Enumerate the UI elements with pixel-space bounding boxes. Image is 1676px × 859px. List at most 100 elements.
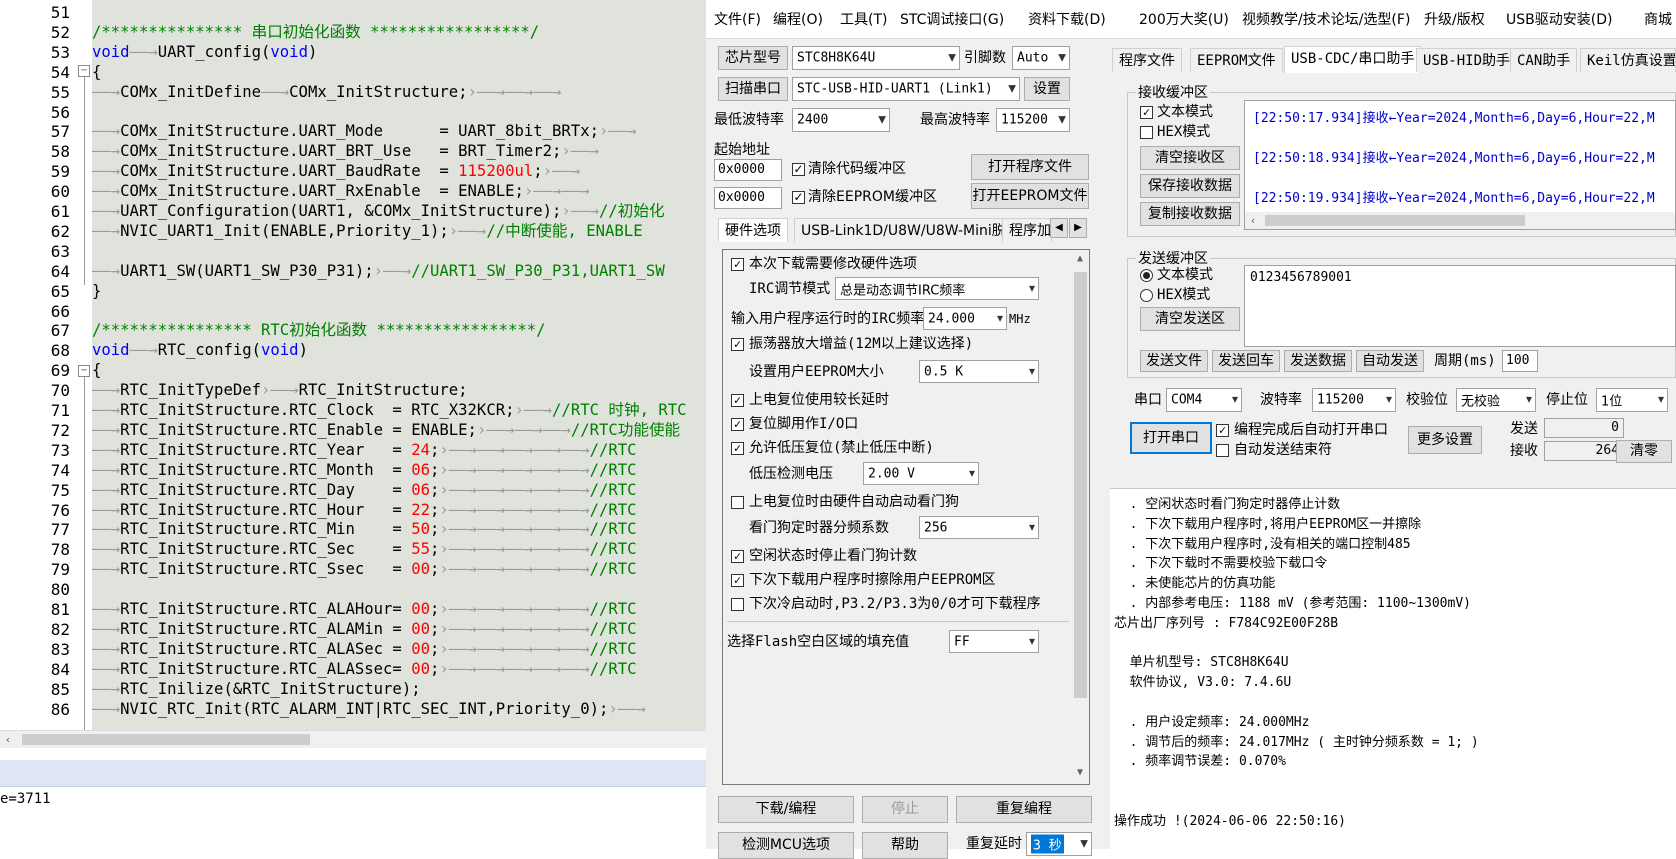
menu-item[interactable]: USB驱动安装(D) [1506,9,1612,29]
download-port-select[interactable]: STC-USB-HID-UART1 (Link1) ▼ [792,77,1020,101]
clear-receive-button[interactable]: 清空接收区 [1140,146,1240,170]
more-settings-button[interactable]: 更多设置 [1408,426,1482,454]
irc-frequency-select[interactable]: 24.000 ▼ [923,307,1007,330]
eeprom-address-input[interactable]: 0x0000 [714,187,782,209]
scrollbar-thumb[interactable] [22,734,310,745]
tab-can[interactable]: CAN助手 [1510,48,1578,72]
scroll-up-icon[interactable]: ▲ [1072,250,1088,267]
stop-bits-select[interactable]: 1位 ▼ [1596,388,1668,412]
menu-item[interactable]: 资料下载(D) [1028,9,1106,29]
scrollbar-thumb[interactable] [1074,272,1087,698]
long-delay-checkbox[interactable]: ✓ [731,394,744,407]
tab-eeprom-file[interactable]: EEPROM文件 [1190,48,1283,72]
flash-fill-select[interactable]: FF ▼ [949,630,1039,653]
erase-eeprom-checkbox[interactable]: ✓ [731,574,744,587]
auto-open-port-checkbox[interactable]: ✓ [1216,424,1229,437]
send-hex-mode-radio[interactable] [1140,289,1153,302]
send-enter-button[interactable]: 发送回车 [1212,350,1280,372]
vertical-scrollbar[interactable]: ▲ ▼ [1072,250,1089,784]
stop-bits-value: 1位 [1601,394,1623,410]
code-address-input[interactable]: 0x0000 [714,159,782,181]
repeat-program-button[interactable]: 重复编程 [956,796,1092,823]
menu-item[interactable]: 商城 [1644,9,1672,29]
download-program-button[interactable]: 下载/编程 [718,796,854,823]
code-editor[interactable]: 51 52 53 54 55 56 57 58 59 60 61 62 63 64 65 66 67 68 69 70… [0,0,706,849]
lvr-checkbox[interactable]: ✓ [731,442,744,455]
menu-item[interactable]: 200万大奖(U) [1139,9,1229,29]
detect-mcu-options-button[interactable]: 检测MCU选项 [718,832,854,859]
reset-io-checkbox[interactable]: ✓ [731,418,744,431]
send-data-button[interactable]: 发送数据 [1284,350,1352,372]
eeprom-size-select[interactable]: 0.5 K ▼ [919,360,1039,383]
code-token: COMx_InitStructure.UART_BRT_Use = BRT_Ti… [120,142,562,161]
code-token: ›——→ [261,381,299,400]
clear-eeprom-checkbox[interactable]: ✓ [792,191,805,204]
tab-keil-debug[interactable]: Keil仿真设置 [1580,48,1676,72]
scroll-left-icon[interactable]: ‹ [1245,212,1261,229]
tab-usb-cdc-serial[interactable]: USB-CDC/串口助手 [1284,46,1422,73]
send-file-button[interactable]: 发送文件 [1140,350,1208,372]
parity-select[interactable]: 无校验 ▼ [1456,388,1536,412]
period-input[interactable]: 100 [1502,350,1538,372]
osc-gain-checkbox[interactable]: ✓ [731,338,744,351]
tab-program-encrypt[interactable]: 程序加 [1002,218,1052,242]
operation-log[interactable]: . 空闲状态时看门狗定时器停止计数 . 下次下载用户程序时,将用户EEPROM区… [1110,488,1676,850]
scroll-down-icon[interactable]: ▼ [1072,764,1088,781]
save-receive-button[interactable]: 保存接收数据 [1140,174,1240,198]
min-baud-select[interactable]: 2400 ▼ [792,108,890,132]
menu-item[interactable]: STC调试接口(G) [900,9,1004,29]
chip-model-select[interactable]: STC8H8K64U ▼ [792,46,960,70]
p32-p33-checkbox[interactable] [731,598,744,611]
help-button[interactable]: 帮助 [862,832,948,859]
tab-scroll-left-icon[interactable]: ◀ [1050,218,1068,238]
menu-item[interactable]: 视频教学/技术论坛/选型(F) [1242,9,1410,29]
scan-port-button[interactable]: 扫描串口 [718,77,788,101]
tab-scroll-right-icon[interactable]: ▶ [1069,218,1087,238]
tab-usb-hid[interactable]: USB-HID助手 [1416,48,1518,72]
send-textarea[interactable]: 0123456789001 [1244,265,1676,347]
settings-button[interactable]: 设置 [1024,77,1070,101]
recv-text-mode-checkbox[interactable]: ✓ [1140,106,1153,119]
tab-program-file[interactable]: 程序文件 [1112,48,1182,72]
fold-toggle-icon[interactable]: − [78,365,90,377]
irc-mode-select[interactable]: 总是动态调节IRC频率 ▼ [835,277,1039,300]
baud-rate-select[interactable]: 115200 ▼ [1312,388,1396,412]
fold-toggle-icon[interactable]: − [78,65,90,77]
menu-item[interactable]: 升级/版权 [1424,9,1485,29]
code-token: ——→ [92,560,121,579]
lvd-select[interactable]: 2.00 V ▼ [863,462,979,485]
open-program-file-button[interactable]: 打开程序文件 [971,154,1089,180]
scroll-left-icon[interactable]: ‹ [0,731,16,748]
wdt-auto-checkbox[interactable] [731,496,744,509]
copy-receive-button[interactable]: 复制接收数据 [1140,202,1240,226]
code-text-area[interactable]: /*************** 串口初始化函数 ***************… [92,0,706,730]
clear-code-checkbox[interactable]: ✓ [792,163,805,176]
modify-hw-options-checkbox[interactable]: ✓ [731,258,744,271]
tab-hardware-options[interactable]: 硬件选项 [718,218,788,242]
clear-count-button[interactable]: 清零 [1616,440,1672,463]
serial-port-select[interactable]: COM4 ▼ [1166,388,1242,412]
horizontal-scrollbar[interactable]: ‹ [0,730,706,748]
pin-count-select[interactable]: Auto ▼ [1012,46,1070,70]
open-serial-port-button[interactable]: 打开串口 [1130,422,1212,454]
recv-hex-mode-checkbox[interactable] [1140,126,1153,139]
tab-usb-link1d[interactable]: USB-Link1D/U8W/U8W-Mini脱机 [794,218,1027,242]
open-eeprom-file-button[interactable]: 打开EEPROM文件 [971,183,1089,209]
auto-send-button[interactable]: 自动发送 [1356,350,1424,372]
stop-button[interactable]: 停止 [862,796,948,823]
flash-fill-label: 选择Flash空白区域的填充值 [727,634,910,650]
max-baud-select[interactable]: 115200 ▼ [996,108,1070,132]
repeat-delay-select[interactable]: 3 秒 ▼ [1026,832,1092,856]
period-label: 周期(ms) [1434,353,1496,369]
clear-send-button[interactable]: 清空发送区 [1140,307,1240,331]
receive-hscrollbar[interactable]: ‹ [1245,212,1675,229]
wdt-divider-select[interactable]: 256 ▼ [919,516,1039,539]
auto-send-end-checkbox[interactable] [1216,444,1229,457]
send-text-mode-radio[interactable] [1140,269,1153,282]
menu-item[interactable]: 编程(O) [773,9,823,29]
idle-wdt-checkbox[interactable]: ✓ [731,550,744,563]
menu-item[interactable]: 工具(T) [840,9,887,29]
scrollbar-thumb[interactable] [1265,215,1525,226]
menu-item[interactable]: 文件(F) [714,9,761,29]
receive-textarea[interactable]: [22:50:17.934]接收←Year=2024,Month=6,Day=6… [1244,100,1676,230]
